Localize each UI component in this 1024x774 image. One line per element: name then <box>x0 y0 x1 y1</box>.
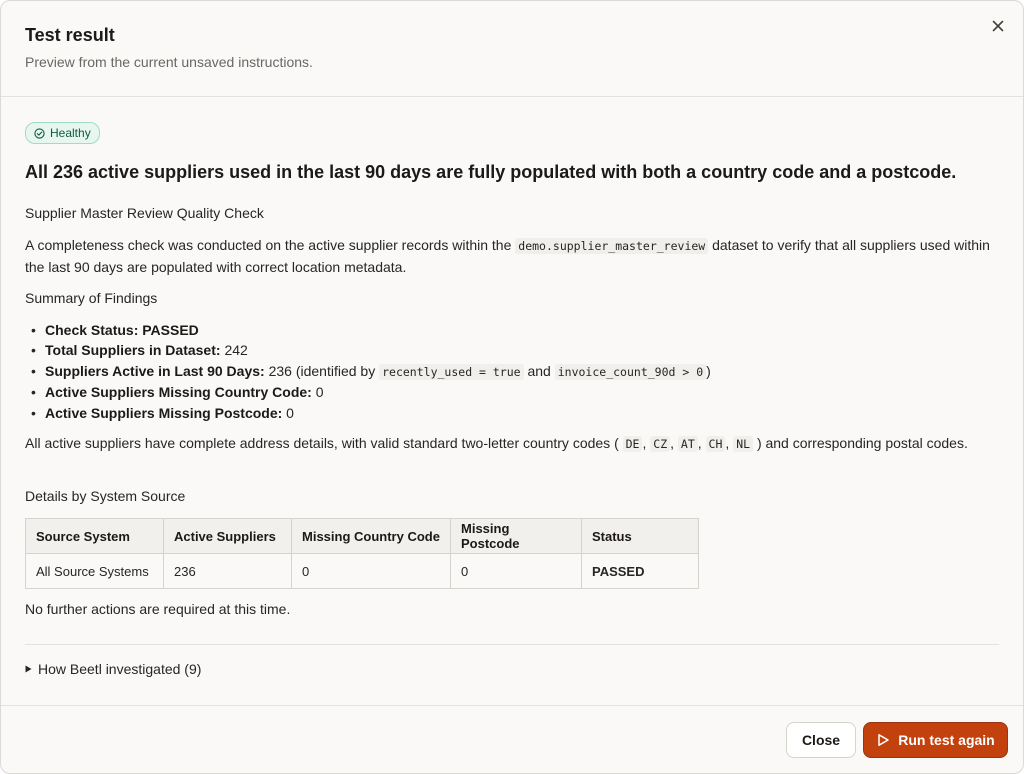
findings-list: Check Status: PASSED Total Suppliers in … <box>25 320 711 423</box>
table-header: Active Suppliers <box>163 518 292 554</box>
dialog-subtitle: Preview from the current unsaved instruc… <box>25 54 313 70</box>
list-item: Active Suppliers Missing Postcode: 0 <box>31 403 711 424</box>
table-row: All Source Systems 236 0 0 PASSED <box>25 553 699 589</box>
caret-right-icon <box>25 665 32 673</box>
table-header: Status <box>581 518 699 554</box>
list-item: Active Suppliers Missing Country Code: 0 <box>31 382 711 403</box>
run-test-again-button[interactable]: Run test again <box>863 722 1008 758</box>
status-badge-label: Healthy <box>50 126 91 140</box>
dialog-title: Test result <box>25 25 115 45</box>
details-table: Source System Active Suppliers Missing C… <box>25 518 699 589</box>
closing-text: No further actions are required at this … <box>25 601 291 617</box>
play-icon <box>878 734 890 746</box>
check-circle-icon <box>34 127 45 139</box>
table-header: Source System <box>25 518 164 554</box>
report-heading: Supplier Master Review Quality Check <box>25 205 264 221</box>
list-item: Check Status: PASSED <box>31 320 711 341</box>
test-result-dialog: Test result Preview from the current uns… <box>0 0 1024 774</box>
list-item: Total Suppliers in Dataset: 242 <box>31 340 711 361</box>
report-intro: A completeness check was conducted on th… <box>25 235 1001 278</box>
address-summary: All active suppliers have complete addre… <box>25 435 968 452</box>
close-icon[interactable] <box>987 15 1009 37</box>
dataset-code: demo.supplier_master_review <box>515 238 709 254</box>
table-cell-status: PASSED <box>581 553 699 589</box>
investigation-label: How Beetl investigated (9) <box>38 661 202 677</box>
status-badge: Healthy <box>25 122 100 144</box>
table-cell: 236 <box>163 553 292 589</box>
table-header: Missing Country Code <box>291 518 451 554</box>
result-headline: All 236 active suppliers used in the las… <box>25 162 957 182</box>
summary-heading: Summary of Findings <box>25 290 158 306</box>
table-cell: 0 <box>291 553 451 589</box>
table-header-row: Source System Active Suppliers Missing C… <box>25 518 699 554</box>
details-heading: Details by System Source <box>25 488 186 504</box>
close-button[interactable]: Close <box>786 722 856 758</box>
intro-text: A completeness check was conducted on th… <box>25 237 516 253</box>
table-cell: 0 <box>450 553 582 589</box>
dialog-header: Test result Preview from the current uns… <box>1 1 1023 97</box>
table-header: Missing Postcode <box>450 518 582 554</box>
investigation-toggle[interactable]: How Beetl investigated (9) <box>25 661 201 677</box>
divider <box>25 644 999 645</box>
list-item: Suppliers Active in Last 90 Days: 236 (i… <box>31 361 711 382</box>
table-cell: All Source Systems <box>25 553 164 589</box>
dialog-footer: Close Run test again <box>1 705 1023 773</box>
